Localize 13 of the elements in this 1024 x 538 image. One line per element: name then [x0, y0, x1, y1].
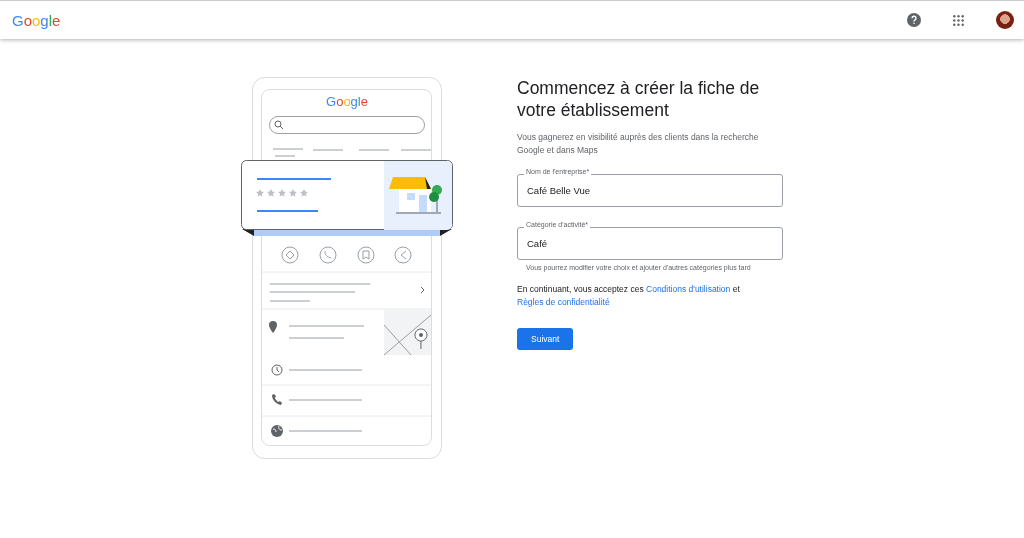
terms-text: et [732, 284, 740, 294]
help-icon[interactable] [907, 13, 921, 27]
apps-grid-icon[interactable] [953, 14, 964, 26]
next-button[interactable]: Suivant [517, 328, 574, 350]
text-field[interactable]: Café Belle Vue [517, 174, 783, 207]
privacy-link[interactable]: Règles de confidentialité [517, 297, 610, 307]
avatar[interactable] [996, 11, 1014, 29]
google-logo: Google [326, 94, 368, 109]
subtitle: Vous gagnerez en visibilité auprès des clients dans la recherche Google et dans Maps [517, 131, 760, 157]
terms-link[interactable]: Conditions d'utilisation [646, 284, 731, 294]
page-title: Commencez à créer la fiche de votre établissement [517, 77, 761, 121]
terms-text: En continuant, vous acceptez ces [517, 284, 644, 294]
google-logo[interactable]: Google [12, 11, 61, 29]
